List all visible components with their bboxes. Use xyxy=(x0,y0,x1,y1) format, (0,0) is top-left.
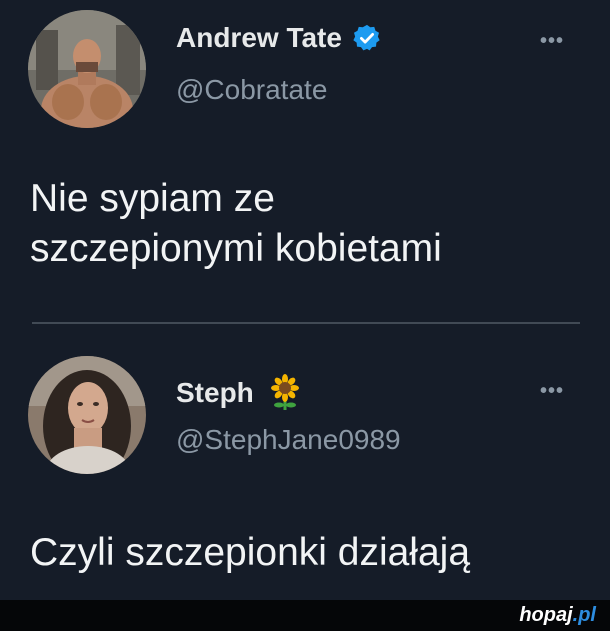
avatar-andrew-tate[interactable] xyxy=(28,10,146,128)
tweet-text-line: szczepionymi kobietami xyxy=(30,227,442,270)
handle[interactable]: @Cobratate xyxy=(176,74,327,106)
avatar-image xyxy=(28,10,146,128)
tweet-steph[interactable]: Steph @StephJane0989 ••• Czyli szczepion… xyxy=(0,340,610,600)
divider xyxy=(32,322,580,324)
brand-accent: .pl xyxy=(572,604,596,626)
tweet-andrew-tate[interactable]: Andrew Tate @Cobratate ••• Nie sypiam ze… xyxy=(0,0,610,320)
avatar-steph[interactable] xyxy=(28,356,146,474)
brand-main: hopaj xyxy=(519,604,573,626)
sunflower-emoji-icon xyxy=(268,374,302,412)
tweet-text: Nie sypiam ze szczepionymi kobietami xyxy=(30,174,442,274)
watermark-logo[interactable]: hopaj.pl xyxy=(519,604,596,627)
watermark-bar: hopaj.pl xyxy=(0,600,610,631)
handle[interactable]: @StephJane0989 xyxy=(176,424,401,456)
avatar-image xyxy=(28,356,146,474)
display-name[interactable]: Steph xyxy=(176,377,254,409)
more-options-icon[interactable]: ••• xyxy=(540,380,564,403)
more-options-icon[interactable]: ••• xyxy=(540,30,564,53)
verified-badge-icon xyxy=(352,23,382,53)
author-row: Andrew Tate xyxy=(176,22,382,54)
tweet-text-line: Nie sypiam ze xyxy=(30,177,275,220)
display-name[interactable]: Andrew Tate xyxy=(176,22,342,54)
tweet-text-line: Czyli szczepionki działają xyxy=(30,531,471,574)
tweet-text: Czyli szczepionki działają xyxy=(30,528,470,578)
author-row: Steph xyxy=(176,374,302,412)
